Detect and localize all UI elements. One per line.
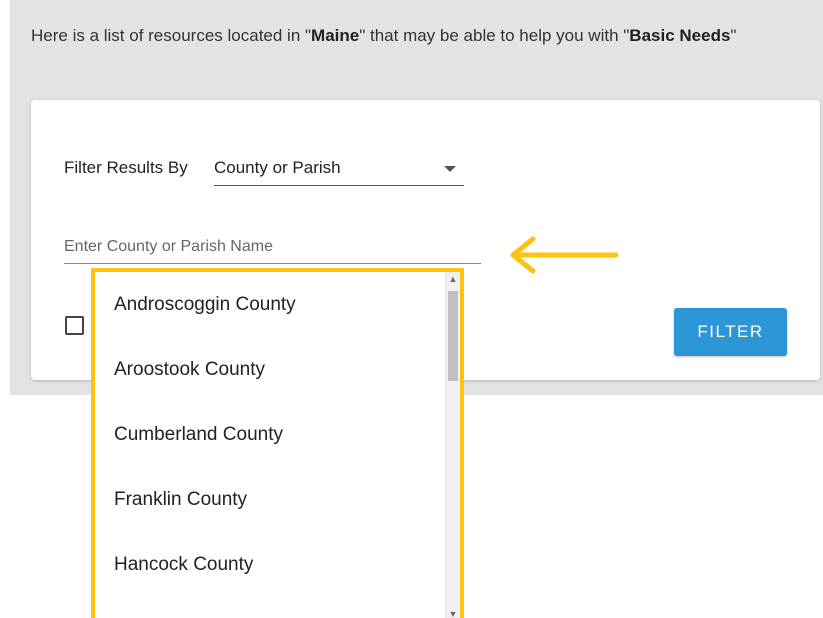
filter-label: Filter Results By [64,158,188,177]
page: Here is a list of resources located in "… [0,0,823,618]
county-option[interactable]: Androscoggin County [95,272,445,337]
intro-prefix: Here is a list of resources located in " [31,26,312,45]
filter-by-value: County or Parish [214,158,341,177]
county-option[interactable]: Hancock County [95,532,445,597]
intro-suffix: " [730,26,737,45]
county-option[interactable]: Cumberland County [95,402,445,467]
scroll-up-icon[interactable]: ▲ [446,272,460,287]
county-dropdown[interactable]: Androscoggin County Aroostook County Cum… [91,268,464,618]
filter-by-select[interactable]: County or Parish [214,154,464,186]
county-options-list: Androscoggin County Aroostook County Cum… [95,272,445,597]
intro-category: Basic Needs [629,26,731,45]
intro-text: Here is a list of resources located in "… [31,22,791,49]
county-search-input[interactable] [64,230,481,264]
dropdown-scrollbar[interactable]: ▲ ▼ [445,272,460,618]
checkbox[interactable] [65,316,84,335]
scroll-thumb[interactable] [448,291,458,381]
arrow-left-icon [510,236,619,274]
intro-location: Maine [311,26,360,45]
county-option[interactable]: Franklin County [95,467,445,532]
scroll-down-icon[interactable]: ▼ [446,607,460,618]
filter-button[interactable]: FILTER [674,308,787,356]
county-option[interactable]: Aroostook County [95,337,445,402]
intro-middle: " that may be able to help you with " [359,26,630,45]
caret-down-icon [444,166,456,172]
